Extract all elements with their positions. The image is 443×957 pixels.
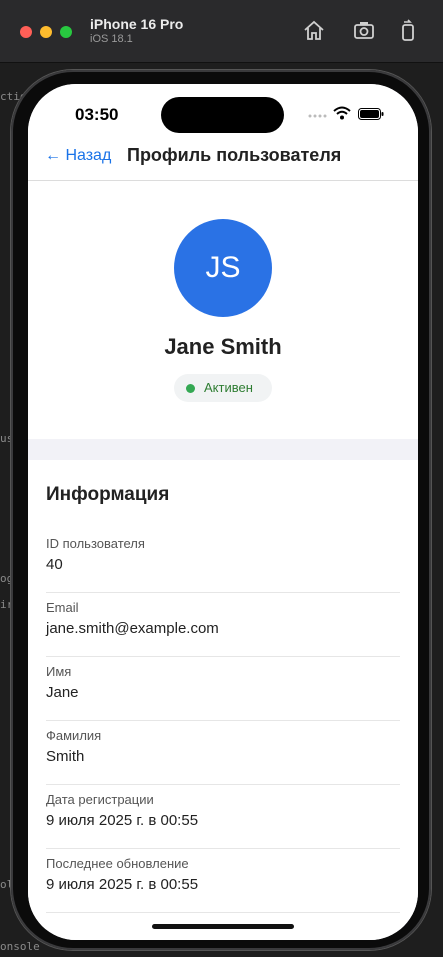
status-dot-icon xyxy=(186,384,195,393)
section-title: Информация xyxy=(46,484,170,505)
page-title: Профиль пользователя xyxy=(127,145,342,165)
info-row-last-name: Фамилия Smith xyxy=(46,720,400,785)
avatar: JS xyxy=(174,219,272,317)
rotate-icon[interactable] xyxy=(396,19,420,43)
info-row-user-id: ID пользователя 40 xyxy=(46,528,400,593)
info-value: 9 июля 2025 г. в 00:55 xyxy=(46,812,199,829)
cellular-signal-icon xyxy=(308,114,327,118)
info-label: Дата регистрации xyxy=(46,792,154,807)
wifi-icon xyxy=(333,106,351,120)
back-button[interactable]: ← Назад xyxy=(45,147,111,165)
profile-header-card: JS Jane Smith Активен xyxy=(28,181,418,439)
info-label: Фамилия xyxy=(46,728,102,743)
info-label: Последнее обновление xyxy=(46,856,189,871)
battery-icon xyxy=(358,108,384,120)
info-value: Jane xyxy=(46,684,79,701)
info-row-first-name: Имя Jane xyxy=(46,656,400,721)
status-label: Активен xyxy=(204,380,253,395)
info-value: Smith xyxy=(46,748,85,765)
info-row-email: Email jane.smith@example.com xyxy=(46,592,400,657)
dynamic-island xyxy=(161,97,284,133)
info-label: Имя xyxy=(46,664,72,679)
info-value: jane.smith@example.com xyxy=(46,620,219,637)
simulator-title-bar: iPhone 16 Pro iOS 18.1 xyxy=(0,0,443,63)
status-bar: 03:50 xyxy=(28,84,418,140)
minimize-window-button[interactable] xyxy=(40,26,52,38)
info-label: Email xyxy=(46,600,79,615)
info-value: 9 июля 2025 г. в 00:55 xyxy=(46,876,199,893)
home-icon[interactable] xyxy=(302,19,326,43)
home-indicator[interactable] xyxy=(152,924,294,929)
info-row-last-updated: Последнее обновление 9 июля 2025 г. в 00… xyxy=(46,848,400,913)
zoom-window-button[interactable] xyxy=(60,26,72,38)
status-time: 03:50 xyxy=(75,105,119,124)
status-badge: Активен xyxy=(174,374,272,402)
ide-fragment: onsole xyxy=(0,940,40,953)
info-value: 40 xyxy=(46,556,63,573)
close-window-button[interactable] xyxy=(20,26,32,38)
simulator-os-version: iOS 18.1 xyxy=(90,33,133,45)
info-row-registration-date: Дата регистрации 9 июля 2025 г. в 00:55 xyxy=(46,784,400,849)
simulator-device-name: iPhone 16 Pro xyxy=(90,16,184,32)
app-screen: 03:50 ← Назад Профиль пользователя JS Ja… xyxy=(28,84,418,940)
info-label: ID пользователя xyxy=(46,536,145,551)
navigation-bar: ← Назад Профиль пользователя xyxy=(28,140,418,181)
info-section: Информация ID пользователя 40 Email jane… xyxy=(28,460,418,940)
user-full-name: Jane Smith xyxy=(164,334,282,359)
screenshot-icon[interactable] xyxy=(352,19,376,43)
